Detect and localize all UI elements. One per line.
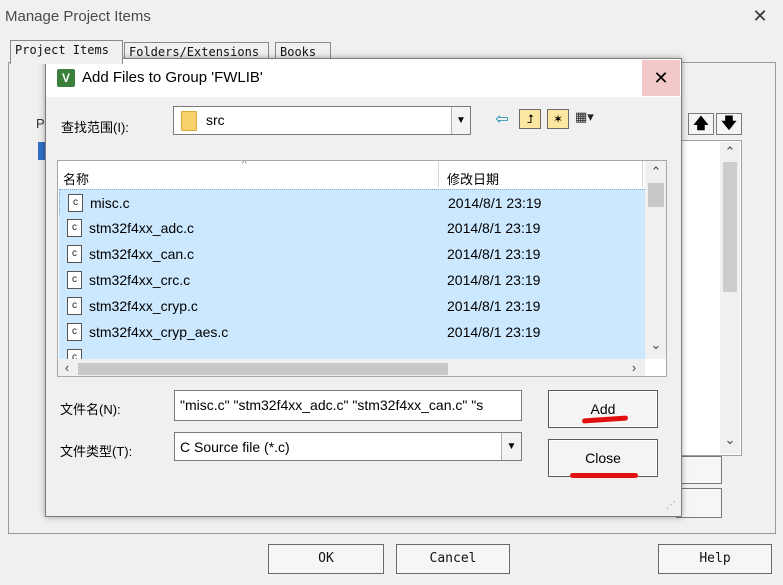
- scroll-down-icon[interactable]: ⌄: [720, 432, 740, 448]
- file-date: 2014/8/1 23:19: [447, 272, 541, 288]
- move-up-button[interactable]: 🡅: [688, 113, 714, 135]
- view-menu-icon[interactable]: ▦▾: [575, 109, 609, 129]
- scroll-right-icon[interactable]: ›: [624, 360, 644, 376]
- c-file-icon: c: [68, 194, 83, 212]
- column-header-name[interactable]: 名称: [63, 169, 89, 188]
- file-name: stm32f4xx_adc.c: [89, 220, 195, 236]
- list-item[interactable]: c misc.c 2014/8/1 23:19: [59, 189, 647, 217]
- chevron-down-icon[interactable]: ▼: [451, 107, 470, 134]
- file-name: stm32f4xx_cryp.c: [89, 298, 198, 314]
- look-in-label: 查找范围(I):: [61, 120, 129, 135]
- window-title: Manage Project Items: [5, 8, 151, 25]
- tab-project-items[interactable]: Project Items: [10, 40, 123, 64]
- sort-ascending-icon: ^: [242, 160, 247, 170]
- file-name: stm32f4xx_can.c: [89, 246, 195, 262]
- new-folder-icon[interactable]: ✶: [547, 109, 569, 129]
- scroll-up-icon[interactable]: ⌃: [720, 144, 740, 160]
- file-rows: c misc.c 2014/8/1 23:19 c stm32f4xx_adc.…: [59, 189, 647, 371]
- file-name-input[interactable]: "misc.c" "stm32f4xx_adc.c" "stm32f4xx_ca…: [174, 390, 522, 421]
- scroll-left-icon[interactable]: ‹: [58, 360, 76, 376]
- file-type-value: C Source file (*.c): [180, 439, 290, 455]
- file-type-label: 文件类型(T):: [60, 444, 133, 459]
- file-name: stm32f4xx_crc.c: [89, 272, 191, 288]
- scroll-up-icon[interactable]: ⌃: [645, 164, 666, 180]
- file-name-label: 文件名(N):: [60, 402, 121, 417]
- move-buttons: 🡅 🡇: [688, 113, 744, 137]
- column-divider[interactable]: [642, 161, 643, 187]
- file-name: stm32f4xx_cryp_aes.c: [89, 324, 229, 340]
- c-file-icon: c: [67, 219, 82, 237]
- keil-app-icon: V: [57, 69, 75, 87]
- dialog-title: Add Files to Group 'FWLIB': [82, 69, 263, 86]
- move-down-button[interactable]: 🡇: [716, 113, 742, 135]
- file-list[interactable]: ^ 名称 修改日期 c misc.c 2014/8/1 23:19 c stm3…: [57, 160, 667, 377]
- ok-button[interactable]: OK: [268, 544, 384, 574]
- cancel-button[interactable]: Cancel: [396, 544, 510, 574]
- close-icon[interactable]: ✕: [748, 4, 772, 28]
- help-button[interactable]: Help: [658, 544, 772, 574]
- resize-grip-icon[interactable]: ⋰: [666, 500, 680, 514]
- red-underline-annotation: [570, 473, 638, 478]
- file-name: misc.c: [90, 195, 130, 211]
- scroll-down-icon[interactable]: ⌄: [645, 337, 666, 353]
- side-button[interactable]: [676, 488, 722, 518]
- back-arrow-icon[interactable]: ⇦: [492, 109, 512, 129]
- column-header-date[interactable]: 修改日期: [447, 169, 499, 188]
- file-type-select[interactable]: C Source file (*.c) ▼: [174, 432, 522, 461]
- list-item[interactable]: c stm32f4xx_cryp_aes.c 2014/8/1 23:19: [59, 319, 645, 345]
- files-list-scrollbar[interactable]: ⌃ ⌄: [720, 142, 740, 454]
- scroll-thumb[interactable]: [723, 162, 737, 292]
- side-button[interactable]: [676, 456, 722, 484]
- add-files-dialog: V Add Files to Group 'FWLIB' ✕ 查找范围(I): …: [45, 58, 682, 517]
- close-button[interactable]: Close: [548, 439, 658, 477]
- c-file-icon: c: [67, 323, 82, 341]
- look-in-combo[interactable]: src ▼: [173, 106, 471, 135]
- file-date: 2014/8/1 23:19: [447, 246, 541, 262]
- folder-icon: [181, 111, 197, 131]
- c-file-icon: c: [67, 271, 82, 289]
- file-date: 2014/8/1 23:19: [448, 195, 542, 211]
- c-file-icon: c: [67, 245, 82, 263]
- file-date: 2014/8/1 23:19: [447, 324, 541, 340]
- list-item[interactable]: c stm32f4xx_adc.c 2014/8/1 23:19: [59, 215, 645, 241]
- c-file-icon: c: [67, 297, 82, 315]
- close-icon[interactable]: ✕: [642, 60, 680, 96]
- horizontal-scroll-thumb[interactable]: [78, 363, 448, 375]
- add-button[interactable]: Add: [548, 390, 658, 428]
- look-in-value: src: [206, 112, 225, 128]
- vertical-scroll-thumb[interactable]: [648, 183, 664, 207]
- chevron-down-icon[interactable]: ▼: [501, 433, 521, 460]
- file-date: 2014/8/1 23:19: [447, 298, 541, 314]
- list-item[interactable]: c stm32f4xx_can.c 2014/8/1 23:19: [59, 241, 645, 267]
- column-divider[interactable]: [438, 161, 439, 187]
- up-folder-icon[interactable]: ⮥: [519, 109, 541, 129]
- list-item[interactable]: c stm32f4xx_crc.c 2014/8/1 23:19: [59, 267, 645, 293]
- dialog-titlebar: V Add Files to Group 'FWLIB' ✕: [46, 59, 681, 97]
- file-date: 2014/8/1 23:19: [447, 220, 541, 236]
- list-item[interactable]: c stm32f4xx_cryp.c 2014/8/1 23:19: [59, 293, 645, 319]
